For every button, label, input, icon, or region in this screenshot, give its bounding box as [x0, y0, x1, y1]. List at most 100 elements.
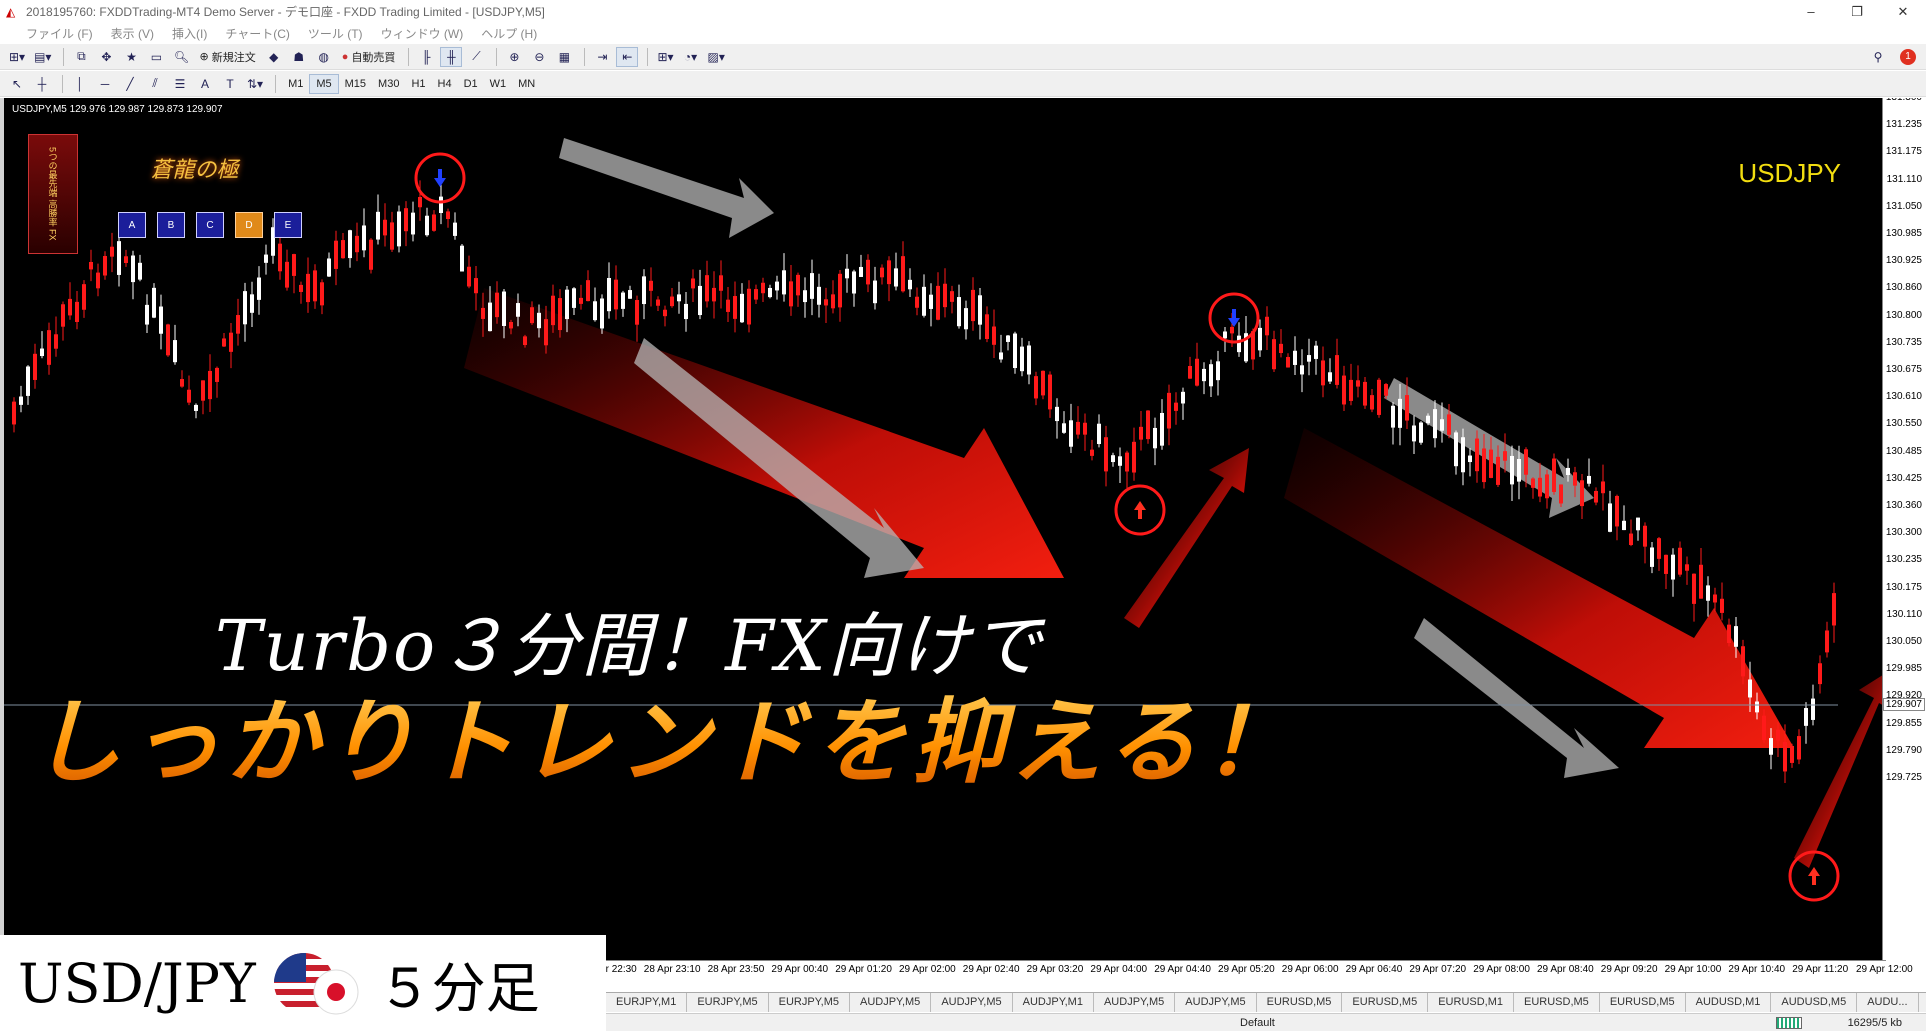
restore-button[interactable]: ❐ — [1834, 0, 1880, 23]
candle-body — [985, 314, 989, 340]
search-icon[interactable]: ⚲ — [1867, 47, 1889, 67]
candle-body — [1034, 376, 1038, 399]
chart-tab[interactable]: AUDU... — [1857, 993, 1919, 1012]
chart-tab[interactable]: EURJPY,M5 — [769, 993, 850, 1012]
profiles-icon[interactable]: ▤▾ — [31, 47, 54, 67]
text-label-icon[interactable]: T — [219, 74, 241, 94]
chart-tab[interactable]: EURUSD,M5 — [1257, 993, 1343, 1012]
menu-window[interactable]: ウィンドウ (W) — [372, 25, 473, 42]
chart-tab[interactable]: EURUSD,M5 — [1514, 993, 1600, 1012]
line-chart-icon[interactable]: ⟋ — [465, 47, 487, 67]
price-tick: 129.790 — [1885, 744, 1922, 756]
chart-tab[interactable]: AUDJPY,M5 — [850, 993, 932, 1012]
tile-windows-icon[interactable]: ▦ — [553, 47, 575, 67]
zoom-out-icon[interactable]: ⊖ — [528, 47, 550, 67]
chart-tab[interactable]: AUDJPY,M5 — [931, 993, 1013, 1012]
timeframe-w1[interactable]: W1 — [484, 74, 513, 94]
zoom-in-icon[interactable]: ⊕ — [503, 47, 525, 67]
menu-view[interactable]: 表示 (V) — [102, 25, 163, 42]
candle-body — [1146, 410, 1150, 440]
indicator-button-d[interactable]: D — [235, 212, 263, 238]
chart-window[interactable]: USDJPY,M5 129.976 129.987 129.873 129.90… — [0, 98, 1926, 978]
chart-tab[interactable]: EURJPY,M1 — [606, 993, 688, 1012]
menu-insert[interactable]: 挿入(I) — [163, 25, 216, 42]
price-axis[interactable]: 131.300 131.235 131.175 131.110 131.050 130.9… — [1882, 98, 1926, 978]
timeframe-m1[interactable]: M1 — [282, 74, 309, 94]
indicators-icon[interactable]: ⊞▾ — [654, 47, 676, 67]
chart-tab[interactable]: EURJPY,M5 — [687, 993, 769, 1012]
signals-icon[interactable]: ☗ — [288, 47, 310, 67]
candle-body — [600, 298, 604, 329]
fibonacci-icon[interactable]: ☰ — [169, 74, 191, 94]
candle-body — [425, 215, 429, 236]
candle-body — [1132, 441, 1136, 473]
candle-body — [257, 277, 261, 300]
indicator-button-c[interactable]: C — [196, 212, 224, 238]
candle-body — [1769, 738, 1773, 755]
time-tick: 29 Apr 06:40 — [1345, 964, 1403, 975]
timeframe-h4[interactable]: H4 — [432, 74, 458, 94]
periods-icon[interactable]: ◔▾ — [680, 47, 702, 67]
chart-tab[interactable]: AUDUSD,M1 — [1686, 993, 1772, 1012]
auto-trading-button[interactable]: ● 自動売買 — [338, 47, 400, 67]
candle-body — [474, 278, 478, 294]
cursor-icon[interactable]: ↖ — [6, 74, 28, 94]
chart-tab[interactable]: AUDUSD,M5 — [1771, 993, 1858, 1012]
price-tick: 130.175 — [1885, 581, 1922, 593]
bar-chart-icon[interactable]: ╟ — [415, 47, 437, 67]
chart-tab[interactable]: EURUSD,M5 — [1600, 993, 1686, 1012]
horizontal-line-icon[interactable]: ─ — [94, 74, 116, 94]
indicator-button-e[interactable]: E — [274, 212, 302, 238]
crosshair-icon[interactable]: ┼ — [31, 74, 53, 94]
menu-tools[interactable]: ツール (T) — [299, 25, 372, 42]
timeframe-m15[interactable]: M15 — [339, 74, 372, 94]
chart-shift-icon[interactable]: ⇤ — [616, 46, 639, 67]
candle-body — [978, 295, 982, 325]
new-chart-icon[interactable]: ⊞▾ — [6, 47, 28, 67]
timeframe-m30[interactable]: M30 — [372, 74, 405, 94]
candle-body — [96, 272, 100, 289]
market-watch-icon[interactable]: ⧉ — [70, 47, 92, 67]
timeframe-h1[interactable]: H1 — [405, 74, 431, 94]
new-order-icon: ⊕ — [199, 51, 212, 63]
price-tick: 130.675 — [1885, 364, 1922, 375]
navigator-icon[interactable]: ★ — [120, 47, 142, 67]
data-window-icon[interactable]: ✥ — [95, 47, 117, 67]
chart-tab[interactable]: AUDJPY,M5 — [1094, 993, 1176, 1012]
menu-chart[interactable]: チャート(C) — [216, 25, 299, 42]
auto-scroll-icon[interactable]: ⇥ — [591, 47, 613, 67]
candle-body — [705, 275, 709, 302]
menu-help[interactable]: ヘルプ (H) — [472, 25, 546, 42]
close-button[interactable]: ✕ — [1880, 0, 1926, 23]
timeframe-mn[interactable]: MN — [512, 74, 541, 94]
minimize-button[interactable]: – — [1788, 0, 1834, 23]
trendline-icon[interactable]: ╱ — [119, 74, 141, 94]
notification-badge[interactable]: 1 — [1900, 48, 1916, 65]
timeframe-m5[interactable]: M5 — [309, 73, 339, 94]
candle-body — [1342, 375, 1346, 405]
candle-body — [1811, 698, 1815, 720]
candle-body — [1517, 459, 1521, 482]
new-order-button[interactable]: ⊕ 新規注文 — [195, 47, 259, 67]
terminal-icon[interactable]: ▭ — [145, 47, 167, 67]
chart-tab[interactable]: EURUSD,M1 — [1428, 993, 1515, 1012]
market-icon[interactable]: ◍ — [313, 47, 335, 67]
menu-file[interactable]: ファイル (F) — [0, 25, 102, 42]
indicator-button-b[interactable]: B — [157, 212, 185, 238]
strategy-tester-icon[interactable]: 🔍︎ — [170, 47, 192, 67]
indicator-button-a[interactable]: A — [118, 212, 146, 238]
metaeditor-icon[interactable]: ◆ — [263, 47, 285, 67]
timeframe-d1[interactable]: D1 — [458, 74, 484, 94]
chart-tab[interactable]: EURUSD,M5 — [1342, 993, 1429, 1012]
chart-tab[interactable]: AUDJPY,M5 — [1175, 993, 1257, 1012]
chart-tab[interactable]: AUDJPY,M1 — [1013, 993, 1094, 1012]
equidistant-channel-icon[interactable]: ⫽ — [144, 74, 166, 94]
candle-body — [1237, 335, 1241, 353]
candle-body — [229, 332, 233, 352]
candle-body — [1720, 598, 1724, 613]
candlestick-icon[interactable]: ╫ — [440, 46, 463, 67]
templates-icon[interactable]: ▨▾ — [705, 47, 728, 67]
text-icon[interactable]: A — [194, 74, 216, 94]
vertical-line-icon[interactable]: │ — [69, 74, 91, 94]
arrows-icon[interactable]: ⇅▾ — [244, 74, 266, 94]
